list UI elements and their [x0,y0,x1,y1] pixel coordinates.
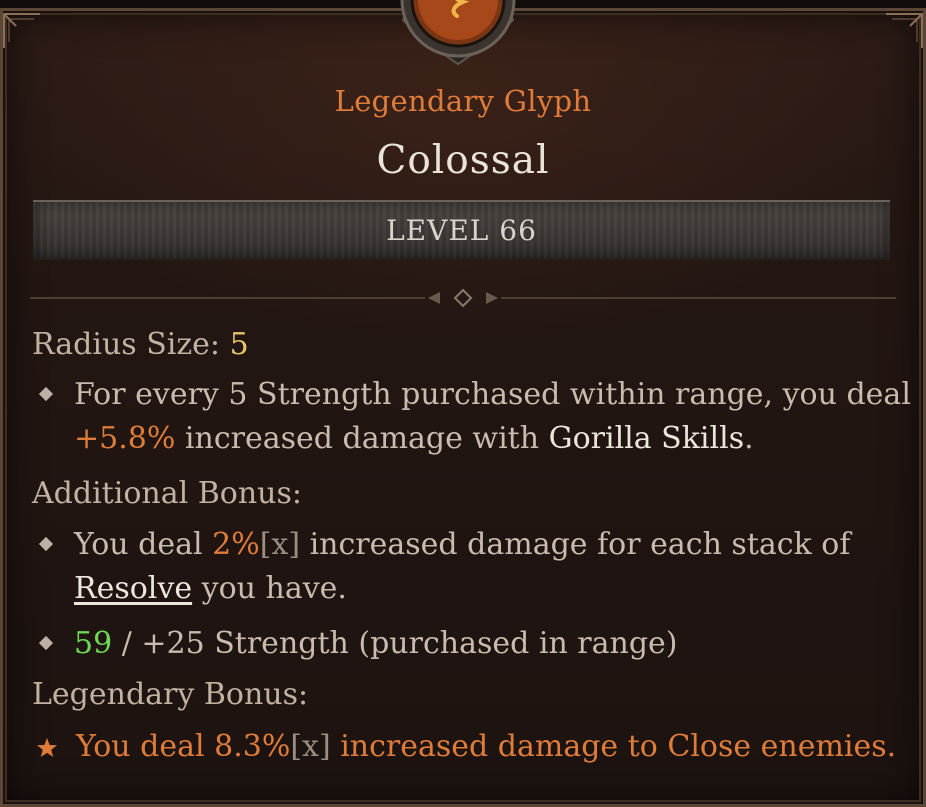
additional-affix-line-2: Resolve you have. [74,571,347,606]
multiplier-tag: [x] [290,729,331,764]
legendary-pre: You deal [76,729,205,764]
star-icon [37,738,57,757]
additional-end: you have. [201,571,347,606]
multiplier-tag: [x] [259,527,301,562]
resolve-keyword-link[interactable]: Resolve [74,571,192,606]
radius-label: Radius Size: [32,327,221,362]
requirement-separator: / [121,626,132,661]
additional-post: increased damage for each stack of [309,527,851,562]
additional-pre: You deal [74,527,203,562]
section-divider [30,288,896,308]
primary-end: . [744,421,754,456]
requirement-text: +25 Strength (purchased in range) [141,626,678,661]
level-banner: LEVEL 66 [33,200,890,260]
item-type: Legendary Glyph [334,84,592,118]
gorilla-skills-keyword: Gorilla Skills [548,421,745,456]
item-name: Colossal [376,138,550,183]
requirement-current: 59 [74,626,113,661]
level-label: LEVEL 66 [386,213,537,247]
primary-affix-line-2: +5.8% increased damage with Gorilla Skil… [74,421,754,456]
legendary-value: 8.3% [214,729,291,764]
primary-affix-line-1: For every 5 Strength purchased within ra… [74,377,911,412]
legendary-bonus-heading: Legendary Bonus: [32,677,309,712]
radius-line: Radius Size: 5 [32,327,249,362]
radius-value: 5 [229,327,249,362]
corner-ornament-left [3,13,40,48]
primary-value: +5.8% [74,421,176,456]
glyph-emblem-icon [400,0,516,66]
legendary-post: increased damage to Close enemies. [340,729,897,764]
primary-mid: increased damage with [184,421,540,456]
additional-affix-line-1: You deal 2%[x] increased damage for each… [74,527,850,562]
requirement-line: 59 / +25 Strength (purchased in range) [74,626,678,661]
corner-ornament-right [886,13,923,48]
additional-bonus-heading: Additional Bonus: [32,476,302,511]
legendary-affix-line: You deal 8.3%[x] increased damage to Clo… [76,729,896,764]
additional-value: 2% [212,527,260,562]
